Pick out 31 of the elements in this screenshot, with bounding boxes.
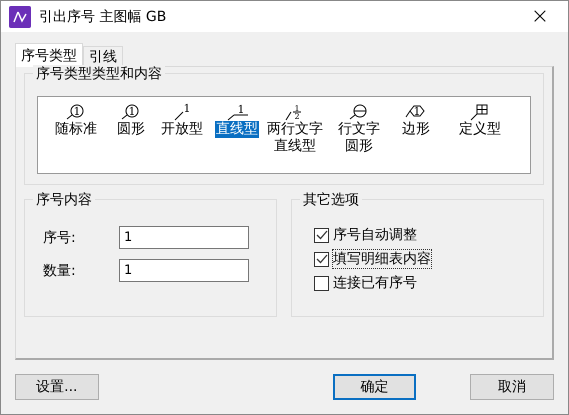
tab[interactable]: 引线 bbox=[83, 46, 123, 67]
style-option[interactable]: 定义型 bbox=[458, 121, 502, 138]
style-option[interactable]: 开放型 bbox=[160, 121, 204, 138]
style-option[interactable]: 边形 bbox=[401, 121, 431, 138]
window-title: 引出序号 主图幅 GB bbox=[39, 8, 168, 26]
tab[interactable]: 序号类型 bbox=[15, 43, 83, 67]
group-title: 序号类型类型和内容 bbox=[33, 65, 165, 83]
input-field[interactable]: 1 bbox=[119, 259, 249, 282]
group-title: 序号内容 bbox=[33, 191, 95, 209]
field-label: 数量: bbox=[42, 262, 77, 280]
dialog-button[interactable]: 取消 bbox=[470, 374, 554, 400]
group-title: 其它选项 bbox=[300, 191, 362, 209]
checkbox-label[interactable]: 序号自动调整 bbox=[333, 226, 417, 244]
dialog-button[interactable]: 设置... bbox=[15, 374, 99, 400]
style-option[interactable]: 圆形 bbox=[116, 121, 146, 138]
style-option[interactable]: 行文字 bbox=[337, 121, 381, 138]
input-field[interactable]: 1 bbox=[119, 226, 249, 249]
style-option[interactable]: 圆形 bbox=[344, 138, 374, 155]
app-icon bbox=[9, 6, 31, 28]
checkbox-label[interactable]: 填写明细表内容 bbox=[333, 250, 431, 268]
style-option[interactable]: 随标准 bbox=[54, 121, 98, 138]
checkbox[interactable] bbox=[314, 228, 329, 242]
checkbox-label[interactable]: 连接已有序号 bbox=[333, 274, 417, 292]
dialog-button[interactable]: 确定 bbox=[332, 374, 416, 400]
field-label: 序号: bbox=[42, 228, 77, 246]
style-option[interactable]: 两行文字 bbox=[266, 121, 324, 138]
style-option[interactable]: 直线型 bbox=[215, 121, 259, 138]
style-option[interactable]: 直线型 bbox=[273, 138, 317, 155]
checkbox[interactable] bbox=[314, 276, 329, 290]
close-button[interactable]: × bbox=[520, 2, 560, 32]
checkbox[interactable] bbox=[314, 252, 329, 266]
